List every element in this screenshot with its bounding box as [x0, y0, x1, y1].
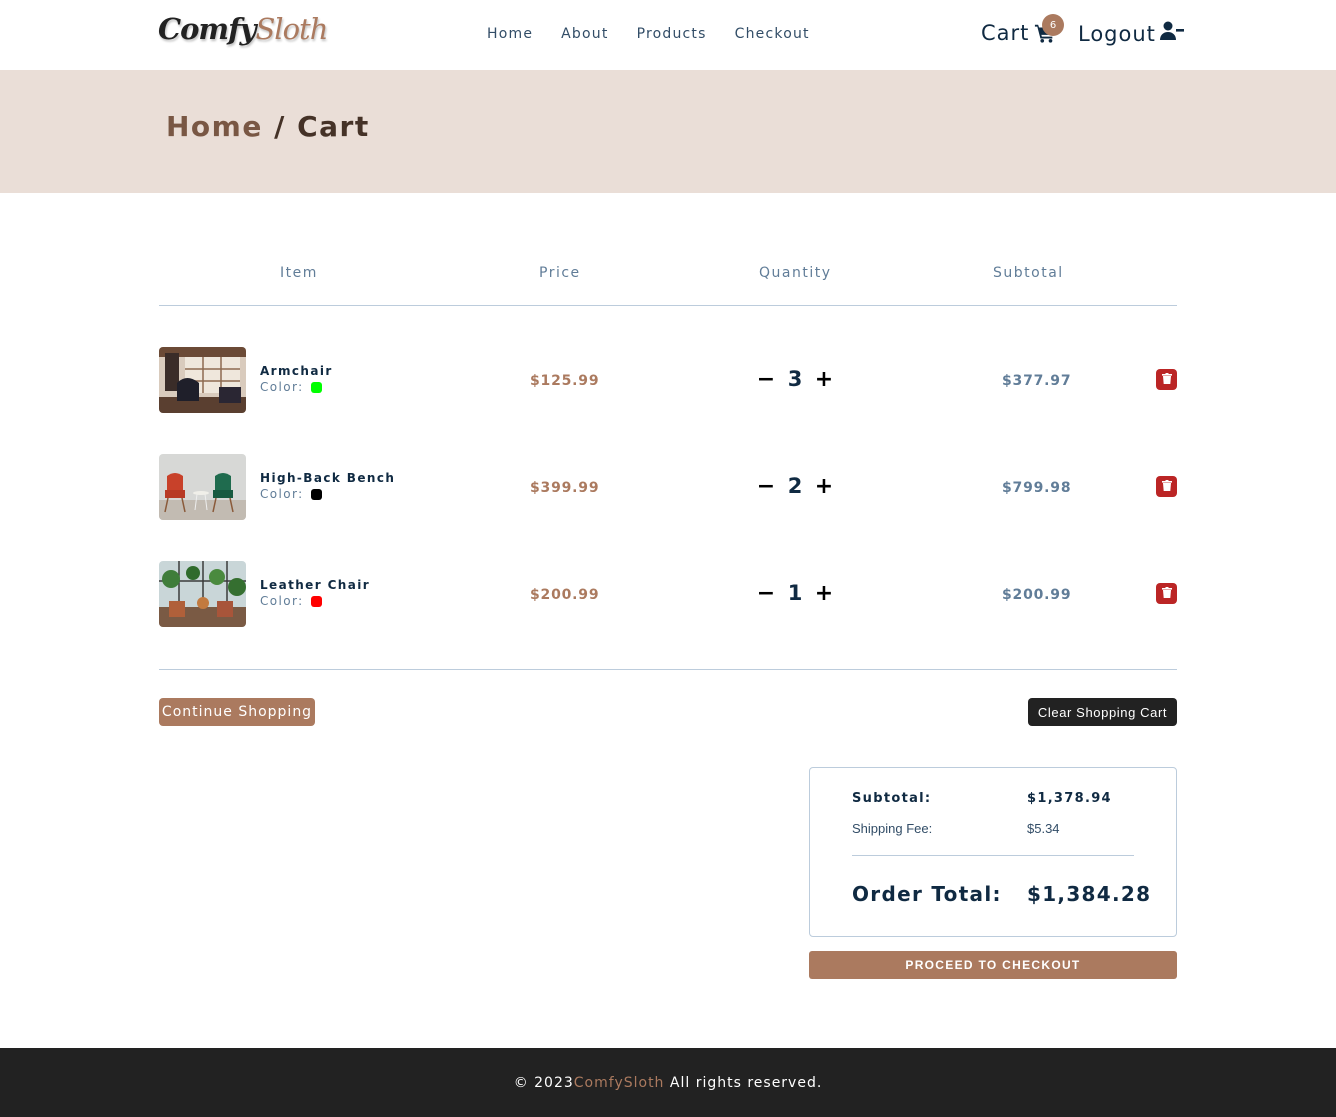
product-image-armchair	[159, 347, 246, 413]
item-subtotal: $200.99	[1002, 587, 1072, 603]
logo-part-comfy: Comfy	[158, 12, 256, 46]
column-header-subtotal: Subtotal	[993, 265, 1064, 281]
cart-label: Cart	[981, 21, 1030, 45]
shipping-fee-value: $5.34	[1027, 821, 1060, 836]
footer-brand: ComfySloth	[573, 1074, 665, 1091]
color-swatch	[310, 488, 322, 500]
item-name: Armchair	[260, 364, 333, 378]
item-name: Leather Chair	[260, 578, 371, 592]
color-swatch	[310, 595, 322, 607]
item-subtotal: $799.98	[1002, 480, 1072, 496]
trash-icon	[1161, 479, 1172, 494]
item-color: Color:	[260, 594, 322, 608]
logo[interactable]: ComfySloth	[158, 12, 328, 46]
logout-button[interactable]: Logout	[1078, 21, 1184, 46]
remove-item-button[interactable]	[1156, 369, 1177, 390]
copyright-suffix: All rights reserved.	[664, 1074, 823, 1091]
item-color-label: Color:	[260, 594, 304, 608]
footer: © 2023ComfySloth All rights reserved.	[0, 1048, 1336, 1117]
totals-divider	[852, 855, 1134, 856]
quantity-stepper: − 2 +	[757, 472, 833, 500]
header-divider	[159, 305, 1177, 306]
item-price: $200.99	[530, 587, 600, 603]
item-price: $399.99	[530, 480, 600, 496]
copyright-text: © 2023ComfySloth All rights reserved.	[514, 1075, 823, 1091]
column-header-item: Item	[280, 265, 318, 281]
increase-quantity-button[interactable]: +	[815, 365, 833, 393]
increase-quantity-button[interactable]: +	[815, 472, 833, 500]
subtotal-label: Subtotal:	[852, 791, 932, 806]
item-color: Color:	[260, 380, 322, 394]
cart-item: High-Back Bench Color: $399.99 − 2 + $79…	[159, 454, 1177, 520]
quantity-stepper: − 1 +	[757, 579, 833, 607]
item-subtotal: $377.97	[1002, 373, 1072, 389]
items-divider	[159, 669, 1177, 670]
page-hero: Home / Cart	[0, 70, 1336, 193]
shipping-fee-label: Shipping Fee:	[852, 821, 933, 836]
breadcrumb-home[interactable]: Home	[166, 110, 263, 143]
copyright-prefix: © 2023	[513, 1074, 574, 1091]
breadcrumb-current: Cart	[297, 110, 370, 143]
order-total-value: $1,384.28	[1027, 882, 1152, 906]
item-color-label: Color:	[260, 380, 304, 394]
logout-label: Logout	[1078, 21, 1156, 46]
trash-icon	[1161, 586, 1172, 601]
remove-item-button[interactable]	[1156, 583, 1177, 604]
subtotal-value: $1,378.94	[1027, 791, 1112, 806]
column-header-quantity: Quantity	[759, 265, 832, 281]
breadcrumb-separator: /	[262, 110, 298, 143]
quantity-amount: 2	[787, 474, 803, 498]
product-image-leather-chair	[159, 561, 246, 627]
proceed-to-checkout-button[interactable]: PROCEED TO CHECKOUT	[809, 951, 1177, 979]
increase-quantity-button[interactable]: +	[815, 579, 833, 607]
item-color-label: Color:	[260, 487, 304, 501]
order-total-label: Order Total:	[852, 882, 1002, 906]
color-swatch	[310, 381, 322, 393]
logo-part-sloth: Sloth	[255, 12, 328, 46]
cart-totals: Subtotal: $1,378.94 Shipping Fee: $5.34 …	[809, 767, 1177, 937]
nav-link-checkout[interactable]: Checkout	[735, 26, 810, 42]
cart-item: Armchair Color: $125.99 − 3 + $377.97	[159, 347, 1177, 413]
cart-count-badge: 6	[1042, 14, 1064, 36]
trash-icon	[1161, 372, 1172, 387]
nav-link-home[interactable]: Home	[487, 26, 533, 42]
breadcrumb: Home / Cart	[166, 110, 370, 143]
item-color: Color:	[260, 487, 322, 501]
user-minus-icon	[1159, 21, 1184, 46]
decrease-quantity-button[interactable]: −	[757, 472, 775, 500]
quantity-amount: 1	[787, 581, 803, 605]
navbar: ComfySloth Home About Products Checkout …	[0, 0, 1336, 70]
clear-cart-button[interactable]: Clear Shopping Cart	[1028, 698, 1177, 726]
product-image-high-back-bench	[159, 454, 246, 520]
cart-item: Leather Chair Color: $200.99 − 1 + $200.…	[159, 561, 1177, 627]
nav-link-about[interactable]: About	[561, 26, 608, 42]
item-name: High-Back Bench	[260, 471, 396, 485]
decrease-quantity-button[interactable]: −	[757, 579, 775, 607]
item-price: $125.99	[530, 373, 600, 389]
quantity-amount: 3	[787, 367, 803, 391]
continue-shopping-button[interactable]: Continue Shopping	[159, 698, 315, 726]
nav-links: Home About Products Checkout	[487, 26, 810, 42]
nav-link-products[interactable]: Products	[637, 26, 707, 42]
quantity-stepper: − 3 +	[757, 365, 833, 393]
remove-item-button[interactable]	[1156, 476, 1177, 497]
decrease-quantity-button[interactable]: −	[757, 365, 775, 393]
column-header-price: Price	[539, 265, 581, 281]
